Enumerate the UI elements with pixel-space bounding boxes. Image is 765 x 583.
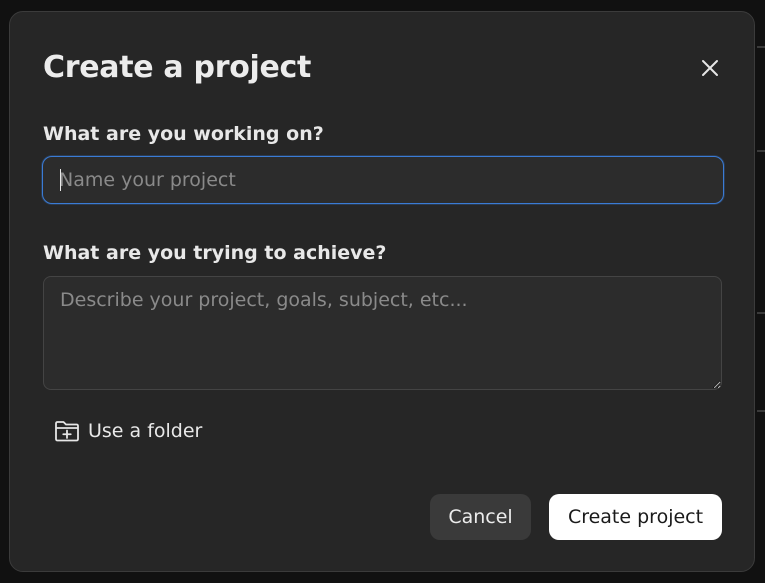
use-folder-button[interactable]: Use a folder xyxy=(54,416,202,446)
use-folder-label: Use a folder xyxy=(88,420,203,442)
close-icon xyxy=(702,60,718,76)
project-name-input[interactable] xyxy=(42,156,724,204)
text-caret xyxy=(60,169,61,191)
close-button[interactable] xyxy=(696,54,724,82)
project-goal-textarea[interactable] xyxy=(43,276,722,390)
dialog-title: Create a project xyxy=(43,50,312,85)
backdrop-line xyxy=(757,312,765,314)
backdrop-line xyxy=(757,150,765,152)
create-project-button[interactable]: Create project xyxy=(549,494,722,540)
backdrop-line xyxy=(757,46,765,48)
project-name-label: What are you working on? xyxy=(43,123,324,145)
backdrop-line xyxy=(757,410,765,412)
create-project-dialog: Create a project What are you working on… xyxy=(9,11,755,572)
project-goal-label: What are you trying to achieve? xyxy=(43,242,387,264)
folder-plus-icon xyxy=(55,421,79,442)
cancel-button[interactable]: Cancel xyxy=(430,494,531,540)
